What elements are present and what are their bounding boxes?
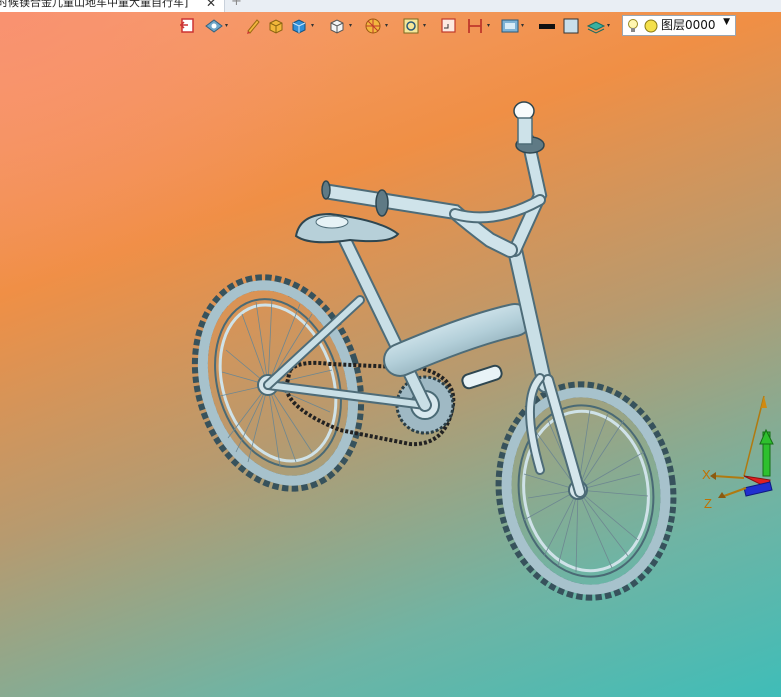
document-tab[interactable]: 时候镁合金儿童山地车中童大童自行车] ✕ [0, 0, 225, 12]
view-cube-icon[interactable] [328, 14, 358, 38]
layer-select[interactable]: 图层0000 ▼ [622, 15, 736, 36]
document-tab-title: 时候镁合金儿童山地车中童大童自行车] [0, 0, 189, 9]
seat [294, 212, 400, 244]
close-tab-icon[interactable]: ✕ [206, 0, 216, 10]
document-tab-bar: 时候镁合金儿童山地车中童大童自行车] ✕ + [0, 0, 781, 12]
section-view-icon[interactable] [440, 14, 458, 38]
layer-select-value: 图层0000 [661, 18, 716, 32]
bicycle-model[interactable] [0, 0, 781, 697]
layer-manager-icon[interactable] [586, 14, 616, 38]
measure-icon[interactable] [466, 14, 496, 38]
y-axis-label: Y [758, 407, 759, 409]
bulb-icon [628, 19, 658, 33]
view-orientation-icon[interactable] [204, 14, 230, 38]
render-settings-icon[interactable] [500, 14, 530, 38]
zoom-fit-icon[interactable] [402, 14, 432, 38]
shaded-box-icon[interactable] [267, 14, 285, 38]
exit-sketch-icon[interactable] [178, 14, 196, 38]
axis-triad[interactable]: X Z Y [700, 392, 781, 522]
3d-viewport[interactable]: 时候镁合金儿童山地车中童大童自行车] ✕ + 图层0000 ▼ X Z Y [0, 0, 781, 697]
shaded-solid-icon[interactable] [290, 14, 320, 38]
display-filter-icon[interactable] [364, 14, 394, 38]
x-axis-label: X [702, 467, 711, 482]
line-color-icon[interactable] [538, 14, 556, 38]
chevron-down-icon[interactable]: ▼ [723, 17, 730, 27]
sketch-pencil-icon[interactable] [244, 14, 262, 38]
front-wheel [495, 381, 677, 601]
new-tab-icon[interactable]: + [231, 0, 242, 9]
face-color-icon[interactable] [562, 14, 580, 38]
z-axis-label: Z [704, 496, 712, 511]
